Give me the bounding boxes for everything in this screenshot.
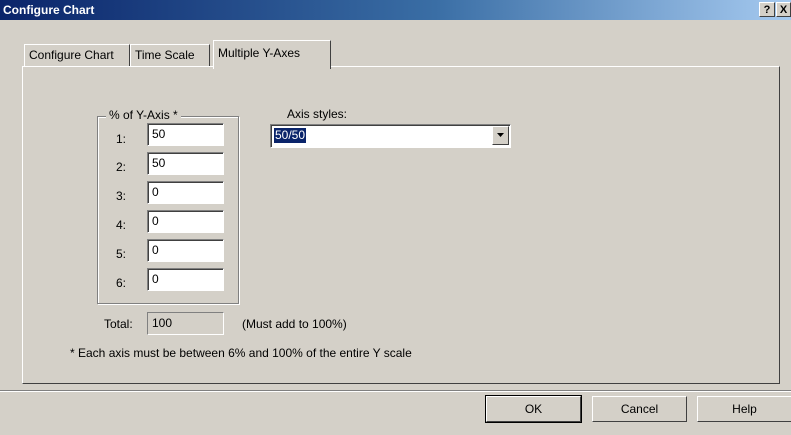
axis-4-input[interactable]: 0	[147, 210, 224, 233]
title-bar: Configure Chart ? X	[0, 0, 791, 20]
axis-3-label: 3:	[116, 189, 127, 203]
axis-styles-label: Axis styles:	[287, 107, 348, 121]
help-icon[interactable]: ?	[759, 2, 775, 17]
total-field: 100	[147, 312, 224, 335]
axis-styles-value: 50/50	[274, 128, 307, 143]
close-icon[interactable]: X	[776, 2, 791, 17]
total-note: (Must add to 100%)	[242, 317, 347, 331]
axis-6-input[interactable]: 0	[147, 268, 224, 291]
axis-styles-dropdown-button[interactable]	[492, 126, 509, 145]
axis-5-input[interactable]: 0	[147, 239, 224, 262]
tab-configure-chart[interactable]: Configure Chart	[24, 44, 130, 66]
window-title: Configure Chart	[3, 3, 95, 17]
separator	[0, 390, 791, 392]
total-label: Total:	[104, 317, 133, 331]
cancel-button[interactable]: Cancel	[592, 396, 687, 422]
ok-button[interactable]: OK	[485, 395, 582, 423]
axis-1-label: 1:	[116, 132, 127, 146]
axis-3-input[interactable]: 0	[147, 181, 224, 204]
tab-multiple-y-axes[interactable]: Multiple Y-Axes	[213, 40, 331, 69]
axis-4-label: 4:	[116, 218, 127, 232]
axis-styles-select[interactable]: 50/50	[270, 124, 511, 148]
help-button[interactable]: Help	[697, 396, 791, 422]
axis-5-label: 5:	[116, 247, 127, 261]
axis-1-input[interactable]: 50	[147, 123, 224, 146]
chevron-down-icon	[497, 133, 504, 137]
group-label: % of Y-Axis *	[106, 108, 181, 122]
axis-6-label: 6:	[116, 276, 127, 290]
configure-chart-dialog: Configure Chart ? X Configure Chart Time…	[0, 0, 791, 435]
axis-2-label: 2:	[116, 160, 127, 174]
tab-time-scale[interactable]: Time Scale	[130, 44, 210, 66]
axis-2-input[interactable]: 50	[147, 152, 224, 175]
footnote: * Each axis must be between 6% and 100% …	[70, 346, 412, 360]
